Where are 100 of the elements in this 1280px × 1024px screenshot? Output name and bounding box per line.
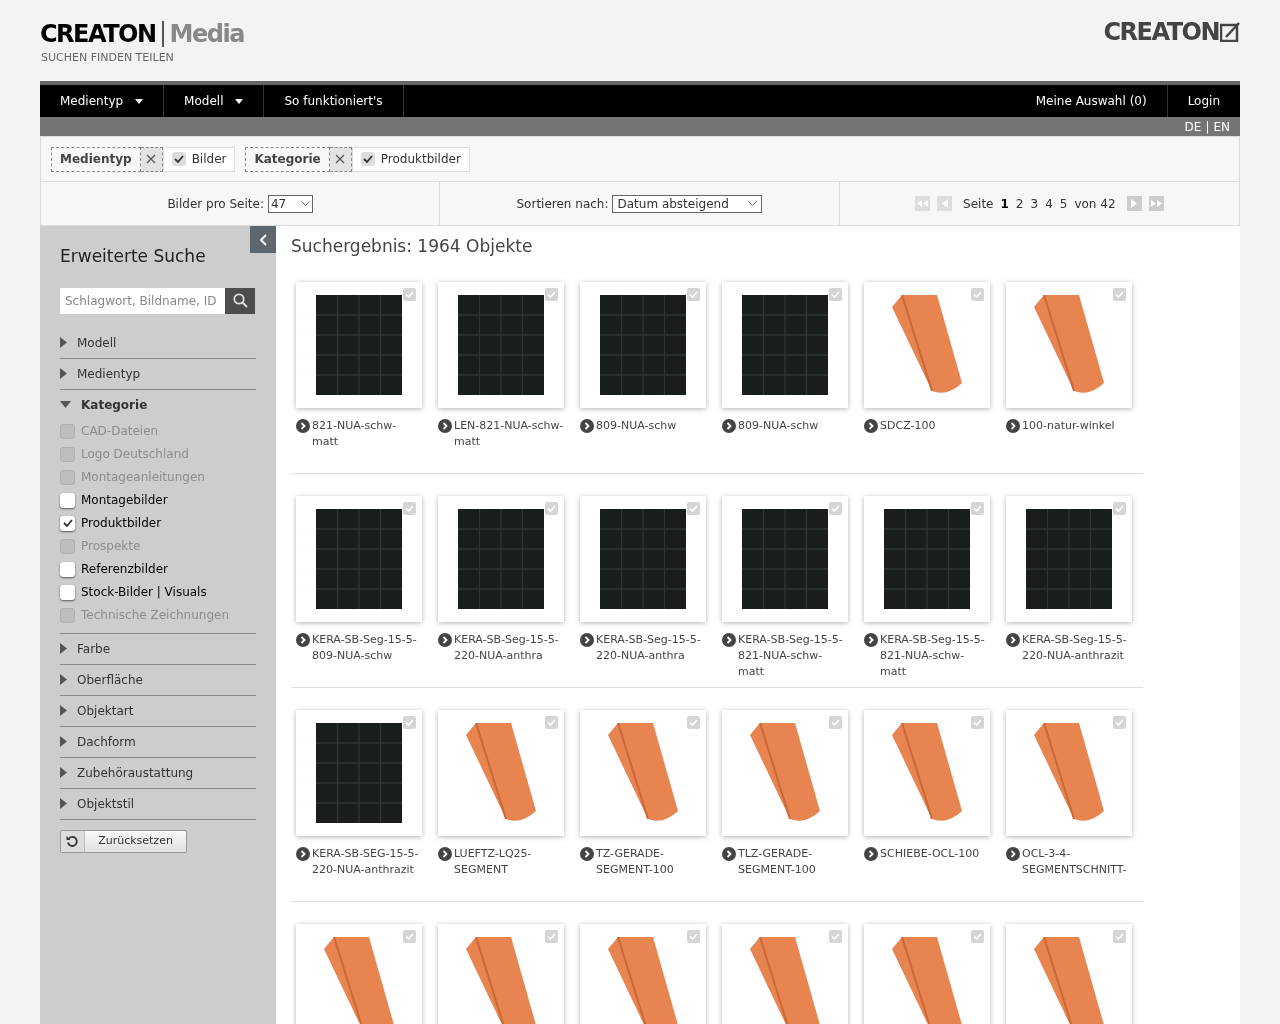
checkbox[interactable]: [360, 152, 375, 166]
filter-section-toggle[interactable]: Zubehöraustattung: [60, 757, 194, 788]
collapse-button[interactable]: [250, 226, 276, 253]
select-checkbox[interactable]: [1113, 715, 1126, 729]
image-name-link[interactable]: KERA-SB-SEG-15-5-220-NUA-anthrazit: [312, 845, 422, 878]
checkbox[interactable]: [60, 561, 75, 577]
select-checkbox[interactable]: [971, 287, 984, 301]
image-thumbnail[interactable]: [722, 495, 848, 622]
image-name-link[interactable]: 809-NUA-schw: [596, 417, 706, 434]
select-checkbox[interactable]: [1113, 501, 1126, 515]
filter-section-toggle[interactable]: Dachform: [60, 726, 136, 757]
image-thumbnail[interactable]: [438, 709, 564, 836]
nav-link[interactable]: Meine Auswahl (0): [1015, 85, 1167, 117]
image-name-link[interactable]: KERA-SB-Seg-15-5-220-NUA-anthrazit: [1022, 631, 1132, 664]
image-thumbnail[interactable]: [864, 281, 990, 408]
language-link[interactable]: DE: [1184, 117, 1202, 136]
language-link[interactable]: EN: [1213, 117, 1230, 136]
filter-chip[interactable]: Produktbilder: [351, 146, 470, 172]
image-thumbnail[interactable]: [296, 495, 422, 622]
select-checkbox[interactable]: [403, 929, 416, 943]
select-checkbox[interactable]: [971, 501, 984, 515]
logo[interactable]: CREATON Media: [40, 20, 244, 48]
select-checkbox[interactable]: [545, 287, 558, 301]
reset-button[interactable]: Zurücksetzen: [60, 829, 187, 853]
image-name-link[interactable]: 821-NUA-schw-matt: [312, 417, 422, 450]
page-link[interactable]: 4: [1045, 194, 1053, 213]
image-thumbnail[interactable]: [722, 709, 848, 836]
last-page-button[interactable]: [1148, 196, 1164, 211]
image-thumbnail[interactable]: [438, 923, 564, 1024]
select-checkbox[interactable]: [403, 287, 416, 301]
filter-section-toggle[interactable]: Kategorie: [60, 389, 148, 420]
image-name-link[interactable]: SDCZ-100: [880, 417, 990, 434]
image-name-link[interactable]: KERA-SB-Seg-15-5-220-NUA-anthra: [454, 631, 564, 664]
image-thumbnail[interactable]: [438, 495, 564, 622]
image-name-link[interactable]: SCHIEBE-OCL-100: [880, 845, 990, 862]
filter-section-toggle[interactable]: Objektstil: [60, 788, 135, 819]
image-thumbnail[interactable]: [580, 923, 706, 1024]
image-thumbnail[interactable]: [864, 709, 990, 836]
category-option[interactable]: Stock-Bilder | Visuals: [60, 580, 256, 604]
filter-chip[interactable]: Bilder: [162, 146, 236, 172]
image-thumbnail[interactable]: [722, 923, 848, 1024]
checkbox[interactable]: [171, 152, 186, 166]
filter-section-toggle[interactable]: Medientyp: [60, 358, 141, 389]
category-option[interactable]: Montagebilder: [60, 488, 256, 512]
page-link[interactable]: 2: [1015, 194, 1024, 213]
image-thumbnail[interactable]: [722, 281, 848, 408]
select-checkbox[interactable]: [403, 501, 416, 515]
page-link[interactable]: 5: [1059, 194, 1068, 213]
image-name-link[interactable]: 809-NUA-schw: [738, 417, 848, 434]
select-checkbox[interactable]: [1113, 929, 1126, 943]
image-thumbnail[interactable]: [864, 495, 990, 622]
select-checkbox[interactable]: [545, 501, 558, 515]
select-checkbox[interactable]: [545, 929, 558, 943]
image-name-link[interactable]: KERA-SB-Seg-15-5-809-NUA-schw: [312, 631, 422, 664]
search-field[interactable]: Schlagwort, Bildname, ID: [60, 287, 225, 314]
image-thumbnail[interactable]: [1006, 709, 1132, 836]
select-checkbox[interactable]: [829, 715, 842, 729]
filter-section-toggle[interactable]: Farbe: [60, 633, 111, 664]
select-checkbox[interactable]: [829, 501, 842, 515]
image-thumbnail[interactable]: [296, 923, 422, 1024]
checkbox[interactable]: [60, 515, 75, 531]
filter-section-toggle[interactable]: Oberfläche: [60, 664, 143, 695]
per-page-select[interactable]: 47: [267, 194, 313, 213]
checkbox[interactable]: [60, 492, 75, 508]
image-thumbnail[interactable]: [438, 281, 564, 408]
previous-page-button[interactable]: [937, 196, 953, 211]
select-checkbox[interactable]: [545, 715, 558, 729]
image-thumbnail[interactable]: [1006, 281, 1132, 408]
select-checkbox[interactable]: [829, 929, 842, 943]
select-checkbox[interactable]: [1113, 287, 1126, 301]
image-name-link[interactable]: OCL-3-4-SEGMENTSCHNITT-: [1022, 845, 1132, 878]
image-name-link[interactable]: 100-natur-winkel: [1022, 417, 1132, 434]
image-name-link[interactable]: KERA-SB-Seg-15-5-220-NUA-anthra: [596, 631, 706, 664]
image-thumbnail[interactable]: [296, 281, 422, 408]
image-thumbnail[interactable]: [1006, 495, 1132, 622]
page-link[interactable]: 1: [1000, 194, 1009, 213]
select-checkbox[interactable]: [687, 929, 700, 943]
page-link[interactable]: 3: [1030, 194, 1039, 213]
image-thumbnail[interactable]: [296, 709, 422, 836]
remove-filter-button[interactable]: [140, 146, 163, 172]
select-checkbox[interactable]: [687, 501, 700, 515]
image-thumbnail[interactable]: [1006, 923, 1132, 1024]
search-button[interactable]: [225, 287, 255, 314]
first-page-button[interactable]: [915, 196, 931, 211]
checkbox[interactable]: [60, 584, 75, 600]
select-checkbox[interactable]: [971, 929, 984, 943]
select-checkbox[interactable]: [687, 715, 700, 729]
image-name-link[interactable]: LUEFTZ-LQ25-SEGMENT: [454, 845, 564, 878]
image-name-link[interactable]: KERA-SB-Seg-15-5-821-NUA-schw-matt: [738, 631, 848, 680]
select-checkbox[interactable]: [971, 715, 984, 729]
image-thumbnail[interactable]: [580, 709, 706, 836]
next-page-button[interactable]: [1126, 196, 1142, 211]
select-checkbox[interactable]: [687, 287, 700, 301]
category-option[interactable]: Referenzbilder: [60, 557, 256, 581]
image-name-link[interactable]: TZ-GERADE-SEGMENT-100: [596, 845, 706, 878]
category-option[interactable]: Produktbilder: [60, 511, 256, 535]
image-name-link[interactable]: TLZ-GERADE-SEGMENT-100: [738, 845, 848, 878]
filter-section-toggle[interactable]: Objektart: [60, 695, 134, 726]
image-thumbnail[interactable]: [580, 281, 706, 408]
select-checkbox[interactable]: [403, 715, 416, 729]
